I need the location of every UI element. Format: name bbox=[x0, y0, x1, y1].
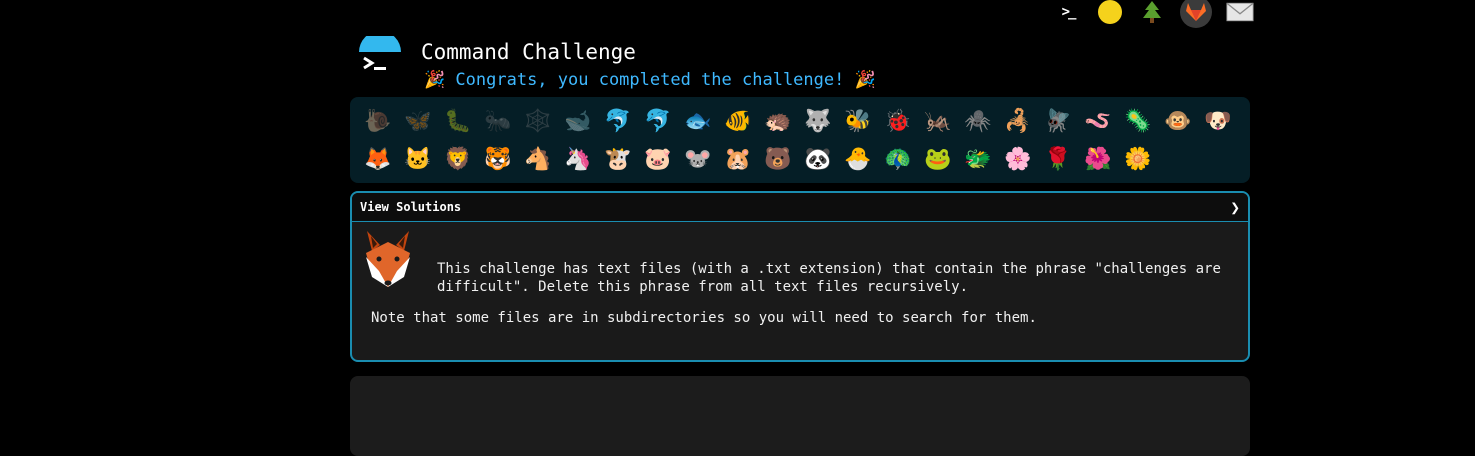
critter-collection: 🐌 🦋 🐛 🐜 🕸️ 🐋 🐬 🐬 🐟 🐠 🦔 🐺 🐝 🐞 🦗 🕷️ 🦂 🪰 🪱 🦠 🐵 🐶 🦊 🐱 🦁 🐯 🐴 🦄 🐮 🐷 🐭 🐹 🐻 🐼 🐣 🦚 🐸… bbox=[350, 97, 1250, 183]
critter-icon[interactable]: 🌹 bbox=[1038, 141, 1078, 179]
critter-icon[interactable]: 🕷️ bbox=[958, 103, 998, 141]
fox-avatar-icon bbox=[366, 231, 410, 287]
critter-icon[interactable]: 🐹 bbox=[718, 141, 758, 179]
critter-icon[interactable]: 🐬 bbox=[638, 103, 678, 141]
critter-icon[interactable]: 🐺 bbox=[798, 103, 838, 141]
critter-icon[interactable]: 🦁 bbox=[438, 141, 478, 179]
page-title: Command Challenge bbox=[421, 40, 636, 64]
critter-icon[interactable]: 🦗 bbox=[918, 103, 958, 141]
prompt-icon[interactable]: >_ bbox=[1054, 0, 1082, 24]
critter-row: 🦊 🐱 🦁 🐯 🐴 🦄 🐮 🐷 🐭 🐹 🐻 🐼 🐣 🦚 🐸 🐲 🌸 🌹 🌺 🌼 bbox=[358, 141, 1242, 179]
critter-icon[interactable]: 🌼 bbox=[1118, 141, 1158, 179]
critter-icon[interactable]: 🐱 bbox=[398, 141, 438, 179]
critter-icon[interactable]: 🦂 bbox=[998, 103, 1038, 141]
critter-icon[interactable]: 🐟 bbox=[678, 103, 718, 141]
critter-icon[interactable]: 🐛 bbox=[438, 103, 478, 141]
critter-icon[interactable]: 🐭 bbox=[678, 141, 718, 179]
critter-icon[interactable]: 🦋 bbox=[398, 103, 438, 141]
mail-icon[interactable] bbox=[1226, 0, 1254, 24]
critter-icon[interactable]: 🦊 bbox=[358, 141, 398, 179]
critter-icon[interactable]: 🐻 bbox=[758, 141, 798, 179]
challenge-note: Note that some files are in subdirectori… bbox=[371, 310, 1037, 326]
critter-icon[interactable]: 🐋 bbox=[558, 103, 598, 141]
critter-icon[interactable]: 🦠 bbox=[1118, 103, 1158, 141]
critter-icon[interactable]: 🌸 bbox=[998, 141, 1038, 179]
critter-icon[interactable]: 🦔 bbox=[758, 103, 798, 141]
critter-icon[interactable]: 🐲 bbox=[958, 141, 998, 179]
critter-icon[interactable]: 🪰 bbox=[1038, 103, 1078, 141]
critter-icon[interactable]: 🐞 bbox=[878, 103, 918, 141]
critter-icon[interactable]: 🐜 bbox=[478, 103, 518, 141]
chevron-right-icon[interactable]: ❯ bbox=[1230, 198, 1240, 217]
critter-icon[interactable]: 🐣 bbox=[838, 141, 878, 179]
critter-icon[interactable]: 🕸️ bbox=[518, 103, 558, 141]
critter-icon[interactable]: 🐷 bbox=[638, 141, 678, 179]
critter-icon[interactable]: 🌺 bbox=[1078, 141, 1118, 179]
critter-icon[interactable]: 🐶 bbox=[1198, 103, 1238, 141]
critter-icon[interactable]: 🪱 bbox=[1078, 103, 1118, 141]
critter-icon[interactable]: 🐝 bbox=[838, 103, 878, 141]
critter-icon[interactable]: 🐠 bbox=[718, 103, 758, 141]
top-icon-bar: >_ bbox=[1054, 0, 1254, 28]
tree-icon[interactable] bbox=[1138, 0, 1166, 24]
face-icon[interactable] bbox=[1096, 0, 1124, 24]
challenge-panel: View Solutions ❯ This challenge has text… bbox=[350, 191, 1250, 362]
critter-icon[interactable]: 🦚 bbox=[878, 141, 918, 179]
critter-icon[interactable]: 🐌 bbox=[358, 103, 398, 141]
critter-icon[interactable]: 🦄 bbox=[558, 141, 598, 179]
gitlab-icon[interactable] bbox=[1180, 0, 1212, 28]
critter-icon[interactable]: 🐯 bbox=[478, 141, 518, 179]
completion-message: 🎉 Congrats, you completed the challenge!… bbox=[424, 70, 876, 90]
critter-row: 🐌 🦋 🐛 🐜 🕸️ 🐋 🐬 🐬 🐟 🐠 🦔 🐺 🐝 🐞 🦗 🕷️ 🦂 🪰 🪱 🦠 🐵 🐶 bbox=[358, 103, 1242, 141]
critter-icon[interactable]: 🐬 bbox=[598, 103, 638, 141]
completion-text: Congrats, you completed the challenge! bbox=[455, 70, 845, 90]
critter-icon[interactable]: 🐼 bbox=[798, 141, 838, 179]
view-solutions-label: View Solutions bbox=[360, 200, 462, 214]
command-challenge-logo-icon bbox=[359, 36, 401, 79]
critter-icon[interactable]: 🐮 bbox=[598, 141, 638, 179]
critter-icon[interactable]: 🐴 bbox=[518, 141, 558, 179]
view-solutions-header[interactable]: View Solutions ❯ bbox=[352, 193, 1248, 222]
party-popper-icon: 🎉 bbox=[854, 70, 876, 90]
critter-icon[interactable]: 🐸 bbox=[918, 141, 958, 179]
challenge-description: This challenge has text files (with a .t… bbox=[437, 261, 1221, 295]
critter-icon[interactable]: 🐵 bbox=[1158, 103, 1198, 141]
party-popper-icon: 🎉 bbox=[424, 70, 446, 90]
terminal-area[interactable] bbox=[350, 376, 1250, 456]
